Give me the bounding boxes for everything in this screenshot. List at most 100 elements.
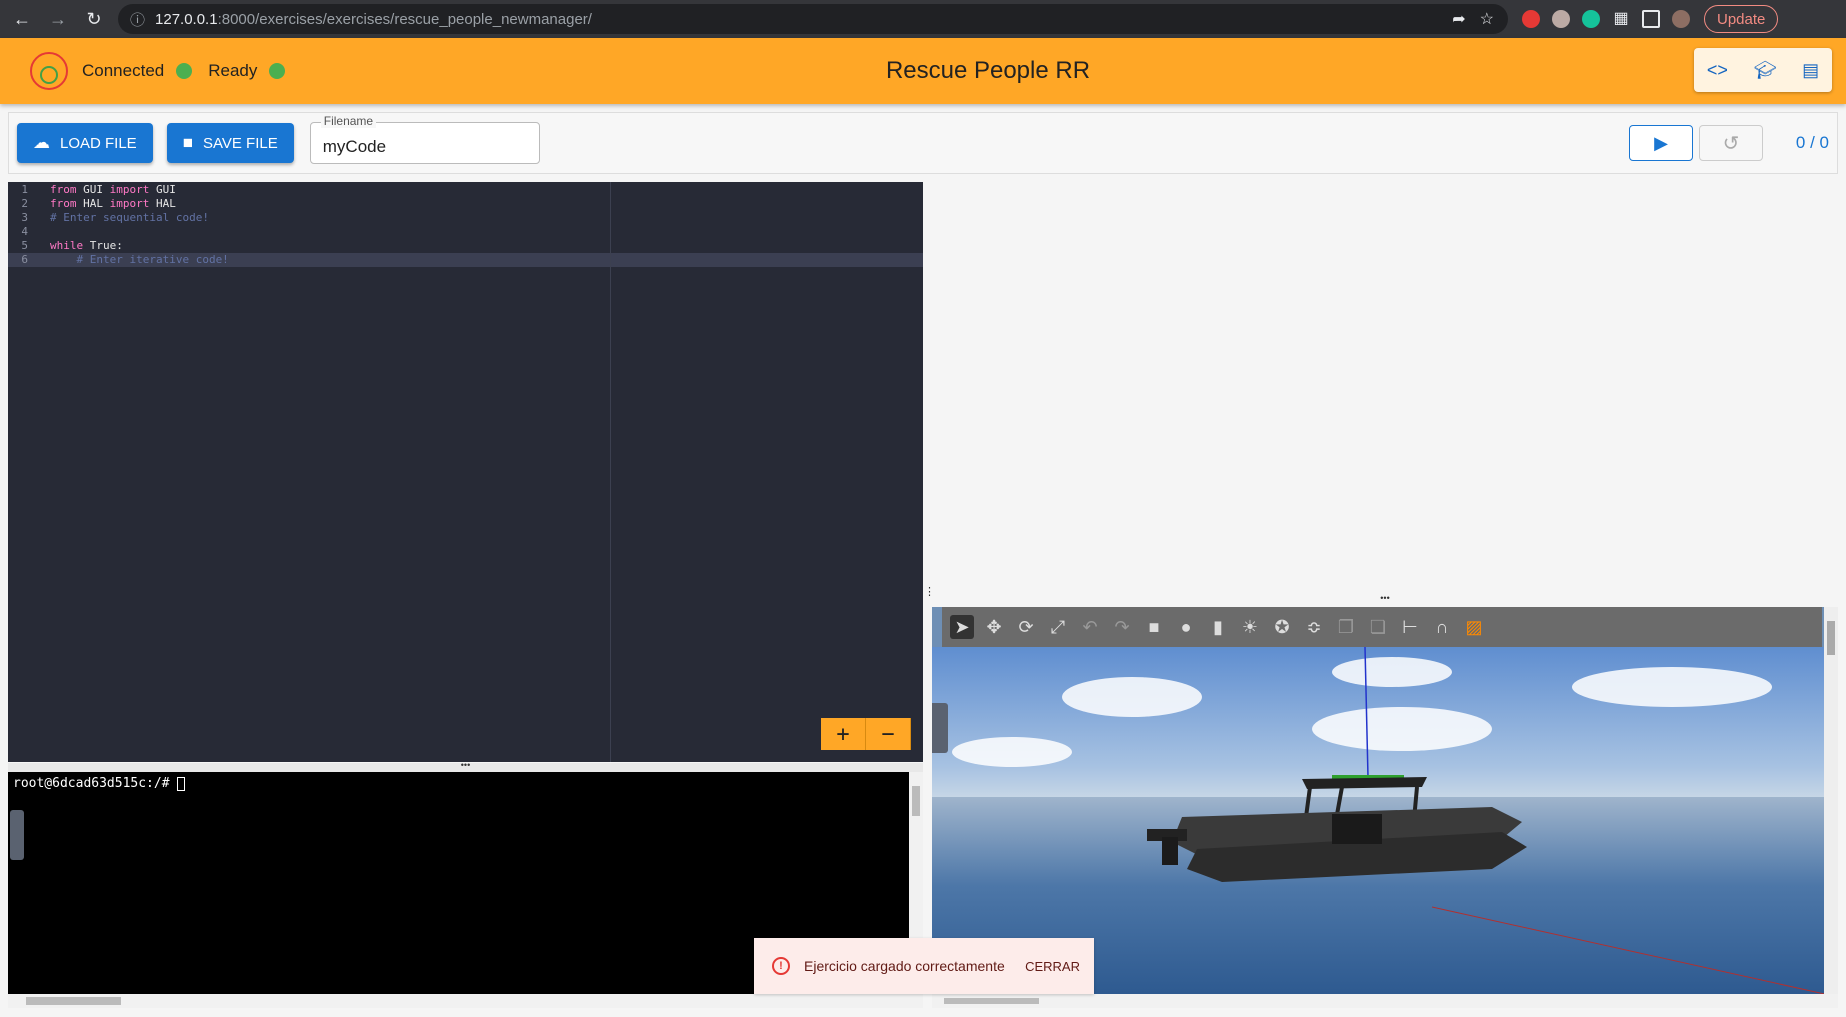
box-shape-icon[interactable]: ■	[1142, 615, 1166, 639]
extensions-area: ▦	[1522, 10, 1690, 28]
step-counter: 0 / 0	[1795, 133, 1829, 152]
reset-button[interactable]: ↺	[1699, 125, 1763, 161]
zoom-out-button[interactable]: −	[866, 718, 911, 750]
translate-mode-icon[interactable]: ✥	[982, 615, 1006, 639]
back-icon[interactable]: ←	[8, 5, 36, 33]
rotate-mode-icon[interactable]: ⟳	[1014, 615, 1038, 639]
toast-close-button[interactable]: CERRAR	[1025, 959, 1080, 974]
spot-light-icon[interactable]: ✪	[1270, 615, 1294, 639]
browser-toolbar: ← → ↻ ⓘ 127.0.0.1 :8000/exercises/exerci…	[0, 0, 1846, 38]
toast-message: Ejercicio cargado correctamente	[804, 958, 1005, 974]
gazebo-viewer[interactable]: ➤ ✥ ⟳ ⤢ ↶ ↷ ■ ● ▮ ☀ ✪ ≎ ❐ ❏ ⊢ ∩ ▨	[932, 607, 1838, 994]
terminal-cursor	[177, 776, 186, 791]
simulator-splitter[interactable]: •••	[932, 594, 1838, 606]
load-file-label: LOAD FILE	[60, 134, 137, 152]
simulator-scrollbar[interactable]	[1824, 607, 1838, 994]
sidebar-icon[interactable]	[1642, 10, 1660, 28]
connected-status-dot	[176, 63, 193, 79]
view-angle-icon[interactable]: ▨	[1462, 615, 1486, 639]
code-token: True:	[83, 239, 123, 252]
extension-face-icon[interactable]	[1552, 10, 1570, 28]
code-lines[interactable]: 1 from GUI import GUI 2 from HAL import HAL…	[8, 182, 923, 267]
code-editor[interactable]: 1 from GUI import GUI 2 from HAL import HAL…	[8, 182, 923, 762]
cloud-upload-icon: ☁	[33, 133, 50, 152]
filename-label: Filename	[320, 114, 377, 128]
info-icon: ⓘ	[130, 11, 146, 29]
redo-icon[interactable]: ↷	[1110, 615, 1134, 639]
reload-icon[interactable]: ↻	[80, 5, 108, 33]
line-number: 2	[21, 197, 28, 210]
extension-red-icon[interactable]	[1522, 10, 1540, 28]
code-text: # Enter iterative code!	[34, 253, 228, 267]
print-margin	[610, 182, 611, 762]
code-line[interactable]: 3 # Enter sequential code!	[8, 211, 923, 225]
simulator-horizontal-scrollbar[interactable]	[932, 994, 1838, 1008]
scale-mode-icon[interactable]: ⤢	[1046, 615, 1070, 639]
address-bar[interactable]: ⓘ 127.0.0.1 :8000/exercises/exercises/re…	[118, 4, 1508, 34]
notification-toast: ! Ejercicio cargado correctamente CERRAR	[754, 938, 1094, 994]
code-token: import	[109, 183, 150, 196]
forward-icon[interactable]: →	[44, 5, 72, 33]
terminal-horizontal-scrollbar[interactable]	[8, 994, 923, 1008]
copy-icon[interactable]: ❐	[1334, 615, 1358, 639]
code-token: HAL	[76, 197, 110, 210]
code-line[interactable]: 6 # Enter iterative code!	[8, 253, 923, 267]
save-file-button[interactable]: ■ SAVE FILE	[166, 123, 294, 163]
terminal-side-tab[interactable]	[10, 810, 24, 860]
undo-icon: ↺	[1722, 132, 1740, 155]
line-number: 3	[21, 211, 28, 224]
align-icon[interactable]: ⊢	[1398, 615, 1422, 639]
chat-icon[interactable]: ▤	[1802, 60, 1819, 81]
terminal-hscroll-thumb[interactable]	[26, 997, 121, 1005]
header-actions: <> 🎓︎ ▤	[1694, 48, 1832, 92]
ready-status-dot	[269, 63, 286, 79]
vertical-splitter[interactable]: ⋮	[924, 587, 935, 602]
editor-terminal-splitter[interactable]: •••	[8, 761, 923, 772]
code-line[interactable]: 4	[8, 225, 923, 239]
connected-label: Connected	[82, 61, 165, 80]
file-toolbar: ☁ LOAD FILE ■ SAVE FILE Filename ▶ ↺ 0 /…	[8, 112, 1838, 174]
bookmark-star-icon[interactable]: ☆	[1480, 9, 1494, 29]
point-light-icon[interactable]: ☀	[1238, 615, 1262, 639]
gazebo-side-tab[interactable]	[932, 703, 948, 753]
update-button[interactable]: Update	[1704, 5, 1779, 33]
share-icon[interactable]: ➦	[1452, 9, 1465, 29]
boat-model[interactable]	[932, 607, 1838, 994]
sphere-shape-icon[interactable]: ●	[1174, 615, 1198, 639]
graduation-cap-icon[interactable]: 🎓︎	[1754, 60, 1777, 81]
code-token: GUI	[149, 183, 176, 196]
gazebo-toolbar: ➤ ✥ ⟳ ⤢ ↶ ↷ ■ ● ▮ ☀ ✪ ≎ ❐ ❏ ⊢ ∩ ▨	[942, 607, 1822, 647]
simulator-hscroll-thumb[interactable]	[944, 998, 1039, 1004]
cylinder-shape-icon[interactable]: ▮	[1206, 615, 1230, 639]
code-token: while	[50, 239, 84, 252]
paste-icon[interactable]: ❏	[1366, 615, 1390, 639]
code-token: import	[109, 197, 150, 210]
app-header: Connected Ready Rescue People RR <> 🎓︎ ▤	[0, 38, 1846, 104]
directional-light-icon[interactable]: ≎	[1302, 615, 1326, 639]
line-number: 5	[21, 239, 28, 252]
simulator-scroll-thumb[interactable]	[1827, 621, 1835, 655]
grammarly-icon[interactable]	[1582, 10, 1600, 28]
profile-avatar[interactable]	[1672, 10, 1690, 28]
filename-input[interactable]	[310, 123, 539, 163]
code-token: from	[50, 197, 77, 210]
code-line[interactable]: 2 from HAL import HAL	[8, 197, 923, 211]
load-file-button[interactable]: ☁ LOAD FILE	[17, 123, 153, 163]
code-line[interactable]: 5 while True:	[8, 239, 923, 253]
select-mode-icon[interactable]: ➤	[950, 615, 974, 639]
puzzle-icon[interactable]: ▦	[1612, 10, 1630, 28]
filename-field: Filename	[309, 114, 540, 164]
floppy-disk-icon: ■	[182, 133, 193, 152]
code-line[interactable]: 1 from GUI import GUI	[8, 183, 923, 197]
error-icon: !	[772, 957, 790, 975]
code-token: # Enter sequential code!	[50, 211, 209, 224]
terminal-prompt: root@6dcad63d515c:/#	[13, 776, 178, 791]
code-icon[interactable]: <>	[1707, 60, 1728, 81]
zoom-in-button[interactable]: +	[821, 718, 866, 750]
undo-icon[interactable]: ↶	[1078, 615, 1102, 639]
terminal-scroll-thumb[interactable]	[912, 786, 920, 816]
snap-magnet-icon[interactable]: ∩	[1430, 615, 1454, 639]
code-token: HAL	[149, 197, 176, 210]
play-button[interactable]: ▶	[1629, 125, 1693, 161]
app-logo[interactable]	[30, 52, 68, 90]
